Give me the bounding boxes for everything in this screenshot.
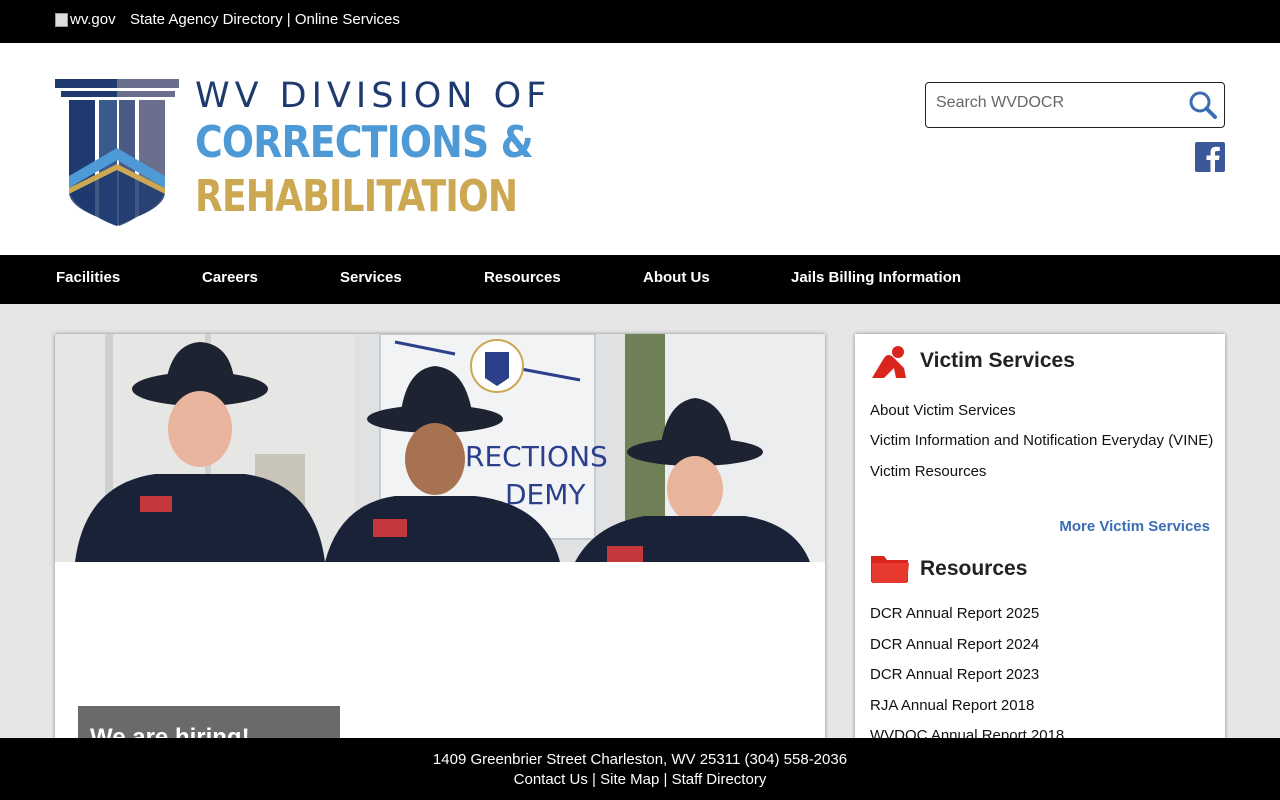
logo-text: WV DIVISION OF CORRECTIONS & REHABILITAT… (195, 76, 580, 224)
sidebar-card: Victim Services About Victim Services Vi… (855, 334, 1225, 754)
more-victim-services-link[interactable]: More Victim Services (1059, 518, 1210, 535)
folder-icon (871, 556, 909, 583)
facebook-icon[interactable] (1195, 142, 1225, 172)
main-content-card: RECTIONS DEMY We are hiring! (55, 334, 825, 754)
victim-services-icon (872, 346, 906, 378)
footer-sitemap-link[interactable]: Site Map (600, 771, 659, 788)
resources-title: Resources (920, 557, 1028, 580)
nav-jails-billing[interactable]: Jails Billing Information (791, 269, 961, 286)
link-vine[interactable]: Victim Information and Notification Ever… (870, 432, 1213, 449)
shield-logo-icon (55, 79, 179, 226)
nav-services[interactable]: Services (340, 269, 402, 286)
victim-services-title: Victim Services (920, 349, 1075, 372)
nav-resources[interactable]: Resources (484, 269, 561, 286)
main-nav: Facilities Careers Services Resources Ab… (0, 255, 1280, 304)
link-dcr-annual-report-2023[interactable]: DCR Annual Report 2023 (870, 666, 1039, 683)
search-input[interactable] (936, 94, 1176, 112)
site-footer: 1409 Greenbrier Street Charleston, WV 25… (0, 738, 1280, 800)
footer-staff-directory-link[interactable]: Staff Directory (672, 771, 767, 788)
wvdcr-logo[interactable]: WV DIVISION OF CORRECTIONS & REHABILITAT… (55, 76, 580, 226)
top-separator: | (286, 11, 291, 28)
footer-separator: | (592, 771, 596, 788)
link-victim-resources[interactable]: Victim Resources (870, 463, 986, 480)
logo-line-corrections: CORRECTIONS & (195, 117, 534, 168)
link-dcr-annual-report-2024[interactable]: DCR Annual Report 2024 (870, 636, 1039, 653)
wvgov-link[interactable]: wv.gov (55, 11, 116, 28)
search-icon[interactable] (1188, 90, 1218, 120)
facebook-glyph-icon (1206, 146, 1220, 172)
wvgov-alt-text: wv.gov (70, 11, 116, 28)
link-dcr-annual-report-2025[interactable]: DCR Annual Report 2025 (870, 605, 1039, 622)
online-services-link[interactable]: Online Services (295, 11, 400, 28)
site-header: WV DIVISION OF CORRECTIONS & REHABILITAT… (0, 43, 1280, 255)
hero-image: RECTIONS DEMY (55, 334, 825, 562)
link-rja-annual-report-2018[interactable]: RJA Annual Report 2018 (870, 697, 1034, 714)
link-about-victim-services[interactable]: About Victim Services (870, 402, 1016, 419)
footer-separator: | (663, 771, 668, 788)
logo-line-division: WV DIVISION OF (195, 76, 552, 116)
nav-facilities[interactable]: Facilities (56, 269, 120, 286)
nav-careers[interactable]: Careers (202, 269, 258, 286)
top-bar: wv.gov State Agency Directory | Online S… (0, 0, 1280, 43)
search-box (925, 82, 1225, 128)
logo-line-rehabilitation: REHABILITATION (195, 171, 518, 222)
top-links: State Agency Directory | Online Services (130, 11, 400, 28)
state-agency-directory-link[interactable]: State Agency Directory (130, 11, 283, 28)
footer-links: Contact Us | Site Map | Staff Directory (0, 771, 1280, 788)
nav-about-us[interactable]: About Us (643, 269, 710, 286)
hero-sign-text-2: DEMY (505, 478, 586, 511)
hero-photo-officers: RECTIONS DEMY (55, 334, 825, 562)
footer-address: 1409 Greenbrier Street Charleston, WV 25… (432, 751, 848, 768)
hero-sign-text: RECTIONS (465, 440, 608, 473)
footer-contact-link[interactable]: Contact Us (514, 771, 588, 788)
broken-image-icon (55, 12, 68, 27)
